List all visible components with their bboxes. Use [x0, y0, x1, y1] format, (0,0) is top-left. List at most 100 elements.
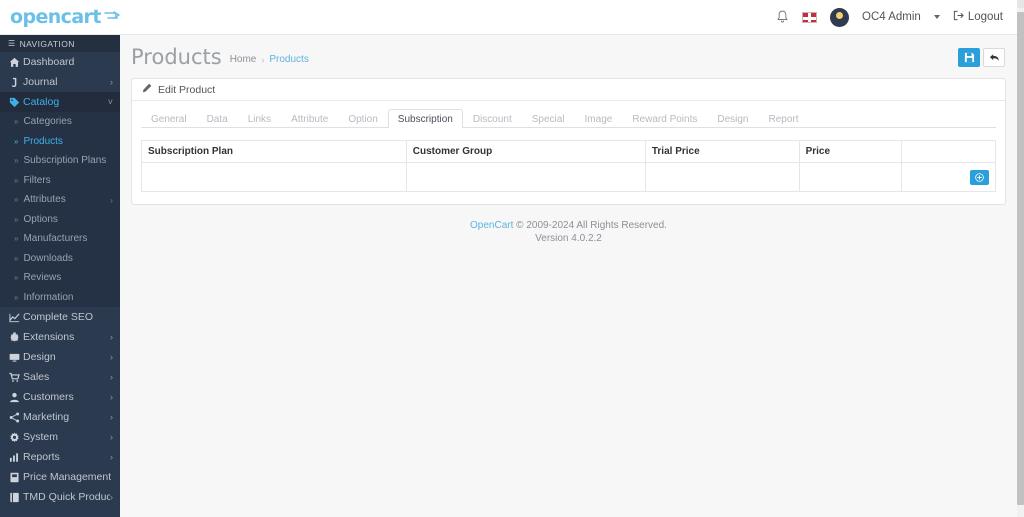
footer: OpenCart © 2009-2024 All Rights Reserved…: [120, 219, 1017, 245]
sidebar-subitem-label: Reviews: [23, 272, 62, 284]
avatar[interactable]: [830, 7, 849, 27]
double-chevron-icon: »: [14, 195, 19, 205]
sidebar-item-information[interactable]: » Information: [0, 288, 120, 308]
chevron-right-icon: ›: [110, 194, 113, 205]
card-body: General Data Links Attribute Option Subs…: [132, 101, 1005, 204]
sidebar-nav-header-label: NAVIGATION: [19, 38, 75, 49]
sidebar-item-dashboard[interactable]: Dashboard: [0, 52, 120, 72]
sidebar-subitem-label: Categories: [23, 116, 72, 128]
shopping-cart-icon: [104, 11, 120, 23]
gear-icon: [9, 432, 23, 443]
desktop-icon: [9, 352, 23, 363]
tab-option[interactable]: Option: [338, 109, 387, 128]
double-chevron-icon: »: [14, 214, 19, 224]
card-header-title: Edit Product: [158, 83, 216, 96]
sidebar-subitem-label: Filters: [23, 174, 51, 186]
card-header: Edit Product: [132, 79, 1005, 101]
header-right-controls: OC4 Admin Logout: [776, 7, 1017, 27]
sidebar-item-design[interactable]: Design ›: [0, 347, 120, 367]
tab-general[interactable]: General: [141, 109, 197, 128]
tab-links[interactable]: Links: [238, 109, 281, 128]
home-icon: [9, 57, 23, 68]
scrollbar-up-arrow[interactable]: [1017, 0, 1024, 8]
sidebar-item-customers[interactable]: Customers ›: [0, 387, 120, 407]
breadcrumb-item-home[interactable]: Home: [230, 54, 257, 65]
catalog-submenu: » Categories » Products » Subscription P…: [0, 112, 120, 307]
sidebar-item-downloads[interactable]: » Downloads: [0, 249, 120, 269]
double-chevron-icon: »: [14, 253, 19, 263]
scrollbar-thumb[interactable]: [1017, 12, 1024, 505]
hamburger-icon: ☰: [8, 39, 16, 48]
sidebar-subitem-label: Subscription Plans: [23, 155, 107, 167]
tab-image[interactable]: Image: [575, 109, 623, 128]
back-button[interactable]: [983, 48, 1005, 67]
notification-bell-icon[interactable]: [776, 10, 789, 24]
table-body: [141, 162, 996, 192]
column-header-customer-group: Customer Group: [405, 140, 646, 163]
double-chevron-icon: »: [14, 175, 19, 185]
breadcrumb-separator-icon: ›: [261, 54, 265, 65]
logo[interactable]: opencart: [0, 0, 120, 35]
chevron-right-icon: ›: [110, 412, 113, 422]
tab-design[interactable]: Design: [707, 109, 758, 128]
column-header-subscription-plan: Subscription Plan: [141, 140, 407, 163]
double-chevron-icon: »: [14, 273, 19, 283]
tab-data[interactable]: Data: [197, 109, 238, 128]
sidebar-item-label: Marketing: [23, 411, 70, 423]
puzzle-icon: [9, 331, 23, 343]
sidebar-item-catalog[interactable]: Catalog ˅: [0, 92, 120, 112]
add-subscription-button[interactable]: [970, 169, 989, 185]
sidebar-item-reports[interactable]: Reports ›: [0, 447, 120, 467]
sidebar-item-label: Reports: [23, 451, 60, 463]
cell-trial-price: [644, 162, 800, 192]
chart-line-icon: [9, 312, 23, 323]
double-chevron-icon: »: [14, 156, 19, 166]
tab-special[interactable]: Special: [522, 109, 575, 128]
footer-brand-link[interactable]: OpenCart: [470, 220, 513, 231]
chevron-down-icon[interactable]: [933, 15, 940, 19]
vertical-scrollbar[interactable]: [1017, 0, 1024, 517]
sidebar-item-label: Extensions: [23, 331, 75, 343]
sidebar-item-subscription-plans[interactable]: » Subscription Plans: [0, 151, 120, 171]
bar-chart-icon: [9, 452, 23, 463]
tab-subscription[interactable]: Subscription: [387, 109, 463, 128]
sidebar-subitem-label: Options: [23, 213, 58, 225]
tab-reward-points[interactable]: Reward Points: [622, 109, 707, 128]
column-header-actions: [901, 140, 996, 163]
tab-attribute[interactable]: Attribute: [281, 109, 338, 128]
english-flag-icon[interactable]: [802, 11, 817, 23]
user-name-label[interactable]: OC4 Admin: [862, 11, 921, 23]
sidebar-item-categories[interactable]: » Categories: [0, 112, 120, 132]
sidebar-item-manufacturers[interactable]: » Manufacturers: [0, 229, 120, 249]
double-chevron-icon: »: [14, 292, 19, 302]
chevron-down-icon: ˅: [107, 97, 113, 107]
sidebar-item-sales[interactable]: Sales ›: [0, 367, 120, 387]
sidebar-item-marketing[interactable]: Marketing ›: [0, 407, 120, 427]
sidebar-subitem-label: Manufacturers: [23, 233, 88, 245]
sidebar-item-products[interactable]: » Products: [0, 132, 120, 152]
double-chevron-icon: »: [14, 234, 19, 244]
sidebar-item-price-management[interactable]: Price Management: [0, 467, 120, 487]
logout-icon: [953, 10, 964, 24]
sidebar: ☰ NAVIGATION Dashboard Journal › Catalog…: [0, 35, 120, 517]
sidebar-item-attributes[interactable]: » Attributes ›: [0, 190, 120, 210]
sidebar-item-reviews[interactable]: » Reviews: [0, 268, 120, 288]
tab-report[interactable]: Report: [759, 109, 809, 128]
column-header-trial-price: Trial Price: [644, 140, 800, 163]
sidebar-item-journal[interactable]: Journal ›: [0, 72, 120, 92]
logout-label: Logout: [967, 11, 1003, 23]
sidebar-item-complete-seo[interactable]: Complete SEO: [0, 307, 120, 327]
breadcrumb-item-products[interactable]: Products: [269, 54, 308, 65]
tab-discount[interactable]: Discount: [463, 109, 522, 128]
breadcrumb: Home › Products: [230, 54, 309, 65]
sidebar-item-system[interactable]: System ›: [0, 427, 120, 447]
sidebar-item-options[interactable]: » Options: [0, 210, 120, 230]
save-button[interactable]: [958, 48, 980, 67]
footer-version: Version 4.0.2.2: [535, 233, 602, 244]
sidebar-item-filters[interactable]: » Filters: [0, 171, 120, 191]
cell-price: [798, 162, 903, 192]
sidebar-item-tmd-quick-product[interactable]: TMD Quick Product ›: [0, 487, 120, 507]
sidebar-item-extensions[interactable]: Extensions ›: [0, 327, 120, 347]
logout-button[interactable]: Logout: [953, 10, 1003, 24]
share-icon: [9, 412, 23, 423]
